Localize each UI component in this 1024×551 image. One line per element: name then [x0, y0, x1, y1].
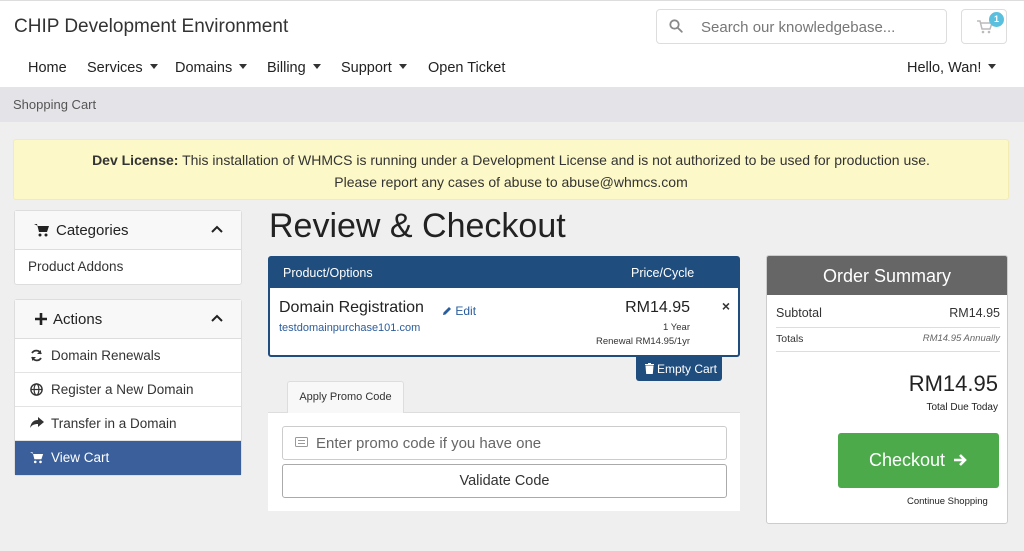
sidebar-item-label: Domain Renewals: [51, 348, 161, 363]
edit-link[interactable]: Edit: [442, 304, 476, 318]
categories-title: Categories: [56, 222, 129, 239]
chevron-down-icon: [312, 63, 321, 69]
ticket-icon: [295, 437, 308, 447]
alert-bold: Dev License:: [92, 152, 179, 168]
cart-count-badge: 1: [989, 12, 1004, 27]
page-title: Review & Checkout: [269, 207, 566, 245]
total-due-label: Total Due Today: [926, 402, 998, 413]
sidebar-item-label: Transfer in a Domain: [51, 416, 177, 431]
cart-button[interactable]: 1: [961, 9, 1007, 44]
cart-item-price: RM14.95: [625, 299, 690, 316]
empty-cart-label: Empty Cart: [657, 362, 718, 376]
cart-item-cycle: 1 Year: [663, 322, 690, 333]
nav-home[interactable]: Home: [28, 60, 67, 76]
sidebar-item-view-cart[interactable]: View Cart: [15, 441, 241, 475]
divider: [776, 351, 1000, 352]
chevron-down-icon: [988, 63, 997, 69]
total-due-amount: RM14.95: [908, 371, 998, 396]
remove-item-button[interactable]: ×: [722, 298, 730, 314]
nav-domains[interactable]: Domains: [175, 60, 248, 76]
cart-table: Product/Options Price/Cycle Domain Regis…: [268, 256, 740, 357]
plus-icon: [35, 313, 47, 325]
chevron-down-icon: [239, 63, 248, 69]
nav-billing-label: Billing: [267, 60, 306, 76]
nav-billing[interactable]: Billing: [267, 60, 321, 76]
trash-icon: [645, 363, 654, 374]
breadcrumb-current: Shopping Cart: [13, 97, 97, 112]
search-input[interactable]: Search our knowledgebase...: [701, 19, 895, 36]
alert-line-1: Dev License: This installation of WHMCS …: [14, 149, 1008, 171]
sidebar-item-label: View Cart: [51, 450, 110, 465]
cart-icon: [34, 224, 49, 237]
sidebar-item-product-addons[interactable]: Product Addons: [15, 250, 241, 284]
share-arrow-icon: [30, 417, 44, 428]
cart-item-renewal: Renewal RM14.95/1yr: [596, 336, 690, 347]
chevron-up-icon: [211, 314, 223, 322]
nav-support-label: Support: [341, 60, 392, 76]
divider: [776, 327, 1000, 328]
alert-line-2: Please report any cases of abuse to abus…: [334, 174, 688, 190]
cart-item-name: Domain Registration: [279, 299, 424, 316]
nav-services-label: Services: [87, 60, 143, 76]
arrow-right-icon: [954, 454, 967, 466]
continue-shopping-link[interactable]: Continue Shopping: [907, 496, 988, 507]
search-icon: [669, 19, 683, 33]
checkout-button[interactable]: Checkout: [838, 433, 999, 488]
actions-title: Actions: [53, 311, 103, 328]
actions-header[interactable]: Actions: [15, 300, 241, 339]
pencil-icon: [443, 307, 451, 315]
sidebar-item-register-domain[interactable]: Register a New Domain: [15, 373, 241, 407]
totals-label: Totals: [776, 333, 804, 345]
sidebar-item-domain-renewals[interactable]: Domain Renewals: [15, 339, 241, 373]
order-summary-title: Order Summary: [767, 256, 1007, 295]
alert-text: This installation of WHMCS is running un…: [182, 152, 930, 168]
actions-panel: Actions Domain Renewals Register a New D…: [14, 299, 242, 476]
edit-label: Edit: [455, 304, 477, 318]
nav-support[interactable]: Support: [341, 60, 407, 76]
cart-icon: [30, 452, 44, 464]
main-nav: Home Services Domains Billing Support Op…: [0, 60, 1024, 82]
chevron-down-icon: [398, 63, 407, 69]
cart-item-domain[interactable]: testdomainpurchase101.com: [279, 322, 420, 334]
chevron-up-icon: [211, 225, 223, 233]
tab-apply-promo[interactable]: Apply Promo Code: [287, 381, 404, 413]
user-menu[interactable]: Hello, Wan!: [907, 60, 997, 76]
refresh-icon: [31, 349, 42, 362]
totals-value: RM14.95 Annually: [922, 333, 1000, 344]
site-title[interactable]: CHIP Development Environment: [14, 16, 288, 38]
nav-open-ticket[interactable]: Open Ticket: [428, 60, 505, 76]
subtotal-label: Subtotal: [776, 306, 822, 320]
checkout-label: Checkout: [869, 450, 946, 470]
chevron-down-icon: [149, 63, 158, 69]
column-header-product: Product/Options: [283, 266, 373, 280]
validate-code-button[interactable]: Validate Code: [282, 464, 727, 498]
categories-header[interactable]: Categories: [15, 211, 241, 250]
order-summary: Order Summary Subtotal RM14.95 Totals RM…: [766, 255, 1008, 524]
promo-code-input[interactable]: Enter promo code if you have one: [282, 426, 727, 460]
sidebar-item-transfer-domain[interactable]: Transfer in a Domain: [15, 407, 241, 441]
search-box[interactable]: Search our knowledgebase...: [656, 9, 947, 44]
categories-panel: Categories Product Addons: [14, 210, 242, 285]
sidebar-item-label: Register a New Domain: [51, 382, 194, 397]
globe-icon: [30, 383, 43, 396]
user-menu-label: Hello, Wan!: [907, 60, 982, 76]
subtotal-value: RM14.95: [949, 306, 1000, 320]
cart-table-header: Product/Options Price/Cycle: [270, 258, 738, 288]
nav-services[interactable]: Services: [87, 60, 158, 76]
empty-cart-button[interactable]: Empty Cart: [636, 357, 722, 381]
dev-license-alert: Dev License: This installation of WHMCS …: [13, 139, 1009, 200]
sidebar-item-label: Product Addons: [28, 259, 124, 274]
nav-domains-label: Domains: [175, 60, 233, 76]
site-header: CHIP Development Environment Search our …: [0, 0, 1024, 87]
promo-code-placeholder: Enter promo code if you have one: [316, 435, 542, 452]
breadcrumb: Shopping Cart: [0, 87, 1024, 122]
column-header-price: Price/Cycle: [631, 266, 695, 280]
